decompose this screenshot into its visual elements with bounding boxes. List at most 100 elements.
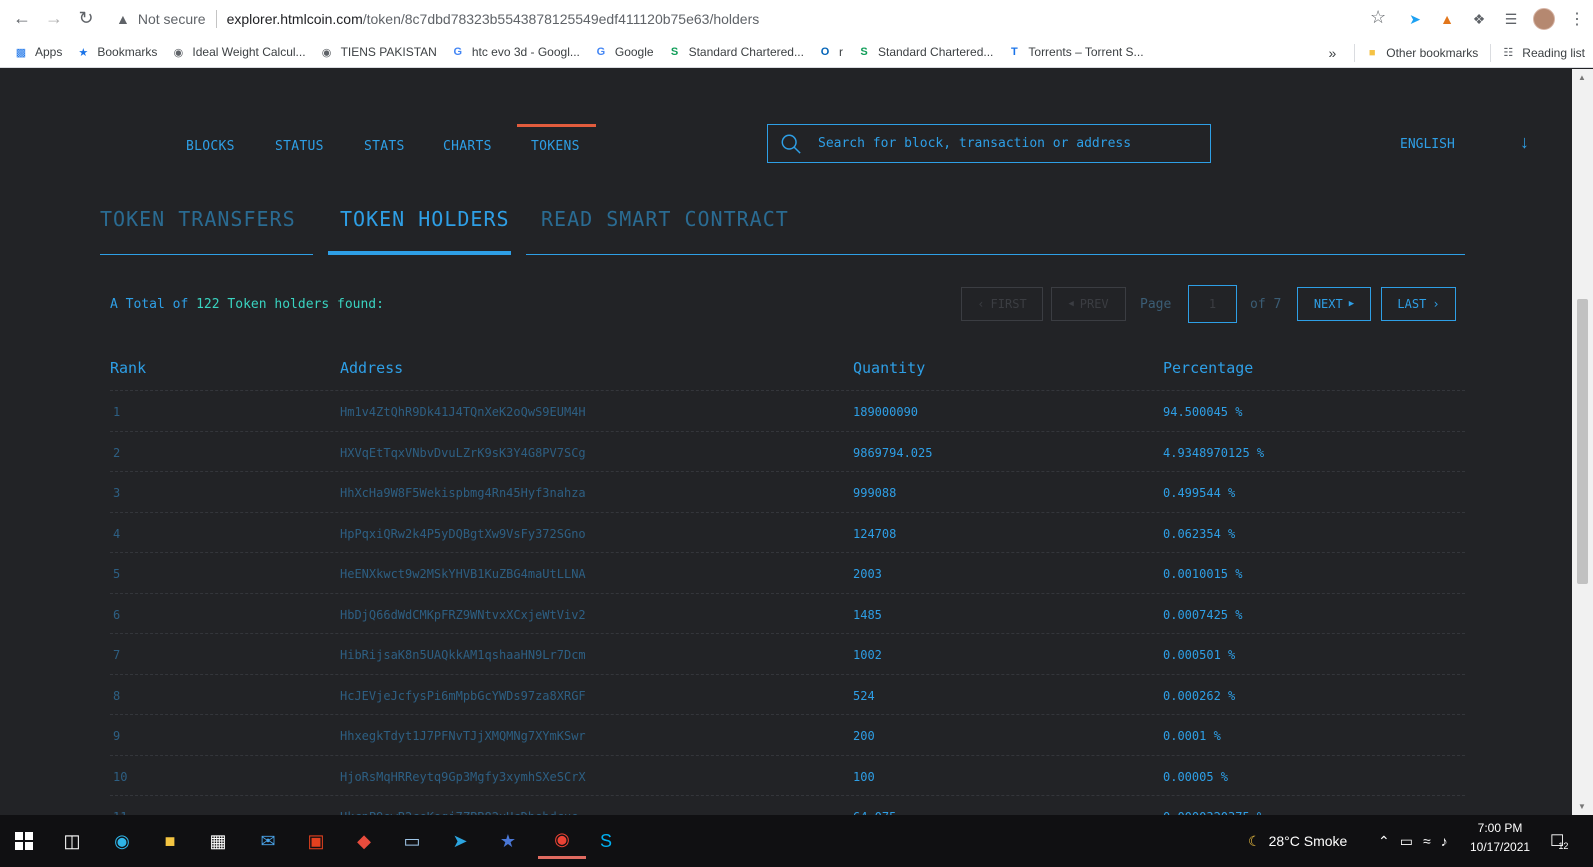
wifi-icon[interactable]: ≈: [1423, 833, 1431, 849]
page-scrollbar[interactable]: ▲ ▼: [1572, 69, 1593, 815]
notes-icon[interactable]: ▭: [394, 823, 430, 859]
scroll-thumb[interactable]: [1577, 299, 1588, 584]
skype-icon[interactable]: S: [588, 823, 624, 859]
bookmark-standard-chartered-2[interactable]: S Standard Chartered...: [857, 45, 993, 59]
bookmark-outlook[interactable]: O r: [818, 45, 843, 59]
battery-icon[interactable]: ▭: [1400, 833, 1413, 850]
playlist-icon[interactable]: ☰: [1501, 9, 1521, 29]
arrow-down-icon[interactable]: ↓: [1520, 132, 1529, 153]
quantity-cell: 189000090: [853, 405, 919, 419]
bookmark-google[interactable]: G Google: [594, 45, 654, 59]
tab-token-transfers[interactable]: TOKEN TRANSFERS: [100, 209, 313, 255]
next-page-button[interactable]: NEXT ▶: [1297, 287, 1371, 321]
rank-cell: 6: [113, 607, 121, 622]
metamask-fox-icon[interactable]: ▲: [1437, 9, 1457, 29]
back-arrow-icon[interactable]: ←: [8, 5, 36, 33]
bookmarks-bar: ▩ Apps ★ Bookmarks ◉ Ideal Weight Calcul…: [0, 37, 1593, 68]
tab-read-smart-contract[interactable]: READ SMART CONTRACT: [526, 209, 1465, 255]
office-icon[interactable]: ▣: [298, 823, 334, 859]
weather-widget[interactable]: ☾ 28°C Smoke: [1248, 815, 1347, 867]
profile-avatar[interactable]: [1533, 8, 1555, 30]
table-row: 4 HpPqxiQRw2k4P5yDQBgtXw9VsFy372SGno 12470…: [110, 513, 1465, 553]
rank-cell: 7: [113, 648, 121, 662]
quantity-cell: 100: [853, 769, 875, 784]
other-bookmarks[interactable]: Other bookmarks: [1386, 46, 1478, 60]
percentage-cell: 0.0007425 %: [1163, 607, 1243, 622]
address-link[interactable]: Hm1v4ZtQhR9Dk41J4TQnXeK2oQwS9EUM4H: [340, 405, 586, 419]
percentage-cell: 0.000262 %: [1163, 688, 1236, 703]
nav-tokens[interactable]: TOKENS: [531, 139, 580, 154]
nav-status[interactable]: STATUS: [275, 139, 324, 154]
reading-list[interactable]: Reading list: [1522, 46, 1585, 60]
nav-charts[interactable]: CHARTS: [443, 139, 492, 154]
bookmark-htc[interactable]: G htc evo 3d - Googl...: [451, 45, 580, 59]
address-link[interactable]: HXVqEtTqxVNbvDvuLZrK9sK3Y4G8PV7SCg: [340, 446, 586, 460]
address-link[interactable]: HibRijsaK8n5UAQkkAM1qshaaHN9Lr7Dcm: [340, 648, 586, 662]
page-number-input[interactable]: 1: [1188, 285, 1237, 323]
windows-start-icon[interactable]: [6, 823, 42, 859]
bookmark-standard-chartered-1[interactable]: S Standard Chartered...: [668, 45, 804, 59]
address-link[interactable]: HeENXkwct9w2MSkYHVB1KuZBG4maUtLLNA: [340, 567, 586, 581]
outlook-icon: O: [820, 46, 830, 58]
forward-arrow-icon[interactable]: →: [40, 5, 68, 33]
bookmark-ideal-weight[interactable]: ◉ Ideal Weight Calcul...: [171, 45, 306, 59]
bookmark-label: TIENS PAKISTAN: [340, 45, 437, 59]
address-link[interactable]: HcJEVjeJcfysPi6mMpbGcYWDs97za8XRGF: [340, 689, 586, 703]
address-bar[interactable]: ▲ Not secure explorer.htmlcoin.com/token…: [106, 4, 1396, 33]
anydesk-icon[interactable]: ◆: [346, 823, 382, 859]
holders-count: 122: [196, 297, 220, 312]
extensions-area: ➤ ▲ ❖ ☰ ⋮: [1405, 8, 1587, 30]
standard-chartered-icon: S: [670, 46, 679, 58]
bookmark-torrents[interactable]: T Torrents – Torrent S...: [1007, 45, 1144, 59]
nav-blocks[interactable]: BLOCKS: [186, 139, 235, 154]
language-selector[interactable]: ENGLISH: [1400, 137, 1455, 152]
percentage-cell: 0.00005 %: [1163, 769, 1229, 784]
bookmark-star-icon[interactable]: ☆: [1370, 7, 1386, 28]
page-label: Page: [1140, 297, 1172, 312]
quantity-cell: 9869794.025: [853, 445, 933, 460]
nav-stats[interactable]: STATS: [364, 139, 405, 154]
clock[interactable]: 7:00 PM 10/17/2021: [1470, 819, 1530, 857]
first-page-button[interactable]: ‹ FIRST: [961, 287, 1043, 321]
menu-kebab-icon[interactable]: ⋮: [1567, 9, 1587, 29]
puzzle-extensions-icon[interactable]: ❖: [1469, 9, 1489, 29]
speaker-icon[interactable]: ♪: [1441, 833, 1448, 849]
chrome-icon[interactable]: ◉: [538, 823, 586, 859]
bookmark-apps[interactable]: ▩ Apps: [14, 45, 63, 59]
bookmarks-overflow-button[interactable]: »: [1328, 45, 1336, 61]
page-total-label: of 7: [1250, 297, 1282, 312]
header-rank: Rank: [110, 359, 147, 377]
address-link[interactable]: HpPqxiQRw2k4P5yDQBgtXw9VsFy372SGno: [340, 527, 586, 541]
address-link[interactable]: HhxegkTdyt1J7PFNvTJjXMQMNg7XYmKSwr: [340, 729, 586, 743]
weather-moon-icon: ☾: [1248, 832, 1261, 849]
address-link[interactable]: HjoRsMqHRReytq9Gp3Mgfy3xymhSXeSCrX: [340, 770, 586, 784]
quantity-cell: 2003: [853, 567, 882, 581]
telegram-icon[interactable]: ➤: [442, 823, 478, 859]
task-view-icon[interactable]: ◫: [54, 823, 90, 859]
edge-browser-icon[interactable]: ◉: [104, 823, 140, 859]
bookmark-bookmarks[interactable]: ★ Bookmarks: [76, 45, 157, 59]
notifications-button[interactable]: ☐ 12: [1550, 815, 1568, 867]
chevron-up-icon[interactable]: ⌃: [1378, 833, 1390, 850]
prev-page-button[interactable]: ◀ PREV: [1051, 287, 1126, 321]
tab-token-holders[interactable]: TOKEN HOLDERS: [328, 209, 511, 255]
tab-underline: [328, 251, 511, 255]
mail-icon[interactable]: ✉: [250, 823, 286, 859]
address-link[interactable]: HhXcHa9W8F5Wekispbmg4Rn45Hyf3nahza: [340, 486, 586, 500]
network-app-icon[interactable]: ★: [490, 823, 526, 859]
bookmarks-right: » ■ Other bookmarks ☷ Reading list: [1328, 37, 1593, 68]
file-explorer-icon[interactable]: ■: [152, 823, 188, 859]
percentage-cell: 0.0010015 %: [1163, 567, 1243, 581]
rank-cell: 5: [113, 567, 121, 581]
table-row: 7 HibRijsaK8n5UAQkkAM1qshaaHN9Lr7Dcm 1002 0…: [110, 634, 1465, 675]
scroll-up-icon[interactable]: ▲: [1578, 73, 1586, 82]
address-link[interactable]: HbDjQ66dWdCMKpFRZ9WNtvxXCxjeWtViv2: [340, 608, 586, 622]
store-icon[interactable]: ▦: [200, 823, 236, 859]
scroll-down-icon[interactable]: ▼: [1578, 802, 1586, 811]
bookmark-label: Apps: [35, 45, 63, 59]
last-page-button[interactable]: LAST ›: [1381, 287, 1456, 321]
search-input[interactable]: Search for block, transaction or address: [767, 124, 1211, 163]
bookmark-tiens[interactable]: ◉ TIENS PAKISTAN: [320, 45, 437, 59]
extension-arrow-icon[interactable]: ➤: [1405, 9, 1425, 29]
reload-icon[interactable]: ↻: [72, 5, 100, 33]
